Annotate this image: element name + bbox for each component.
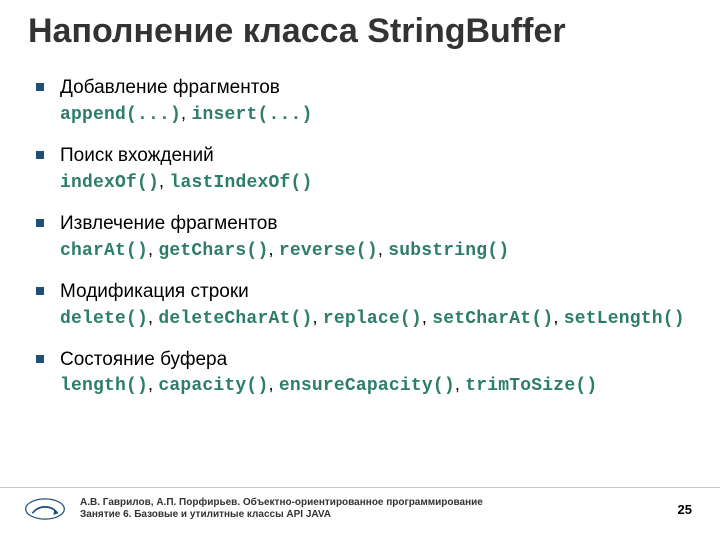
item-label: Модификация строки — [60, 279, 692, 305]
item-label: Добавление фрагментов — [60, 75, 692, 101]
slide: Наполнение класса StringBuffer Добавлени… — [0, 0, 720, 540]
footer: А.В. Гаврилов, А.П. Порфирьев. Объектно-… — [0, 488, 720, 530]
item-methods: length(), capacity(), ensureCapacity(), … — [60, 372, 692, 398]
list-item: Добавление фрагментов append(...), inser… — [36, 75, 692, 127]
logo-icon — [24, 495, 66, 523]
item-methods: append(...), insert(...) — [60, 101, 692, 127]
bullet-list: Добавление фрагментов append(...), inser… — [28, 75, 692, 399]
list-item: Извлечение фрагментов charAt(), getChars… — [36, 211, 692, 263]
item-methods: charAt(), getChars(), reverse(), substri… — [60, 237, 692, 263]
list-item: Состояние буфера length(), capacity(), e… — [36, 347, 692, 399]
footer-line-2: Занятие 6. Базовые и утилитные классы AP… — [80, 509, 678, 522]
slide-title: Наполнение класса StringBuffer — [28, 12, 692, 51]
item-label: Извлечение фрагментов — [60, 211, 692, 237]
item-methods: delete(), deleteCharAt(), replace(), set… — [60, 305, 692, 331]
page-number: 25 — [678, 502, 696, 517]
list-item: Модификация строки delete(), deleteCharA… — [36, 279, 692, 331]
list-item: Поиск вхождений indexOf(), lastIndexOf() — [36, 143, 692, 195]
item-label: Поиск вхождений — [60, 143, 692, 169]
item-label: Состояние буфера — [60, 347, 692, 373]
footer-text: А.В. Гаврилов, А.П. Порфирьев. Объектно-… — [80, 497, 678, 522]
item-methods: indexOf(), lastIndexOf() — [60, 169, 692, 195]
footer-line-1: А.В. Гаврилов, А.П. Порфирьев. Объектно-… — [80, 497, 678, 510]
